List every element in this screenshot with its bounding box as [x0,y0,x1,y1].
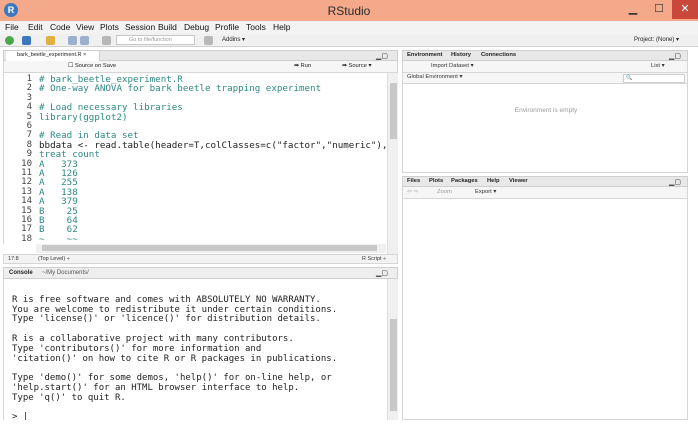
minimize-button[interactable]: ▁ [620,0,646,19]
plots-toolbar: ⇦ ⇨ Zoom Export ▾ [402,187,688,199]
project-menu[interactable]: Project: (None) ▾ [634,36,679,43]
menu-view[interactable]: View [76,22,94,32]
menu-edit[interactable]: Edit [28,22,43,32]
menu-help[interactable]: Help [273,22,290,32]
files-tab-bar: Files Plots Packages Help Viewer ▁▢ [402,176,688,187]
new-project-icon[interactable] [22,36,31,45]
console-scrollbar[interactable] [387,279,398,420]
console-path: ~/My Documents/ [42,270,89,276]
export-button[interactable]: Export ▾ [475,189,496,195]
editor-tab-bar: bark_beetle_experiment.R × ▁▢ [3,50,398,61]
env-pane-controls-icon[interactable]: ▁▢ [669,52,681,60]
env-toolbar: Import Dataset ▾ List ▾ [402,61,688,73]
tab-viewer[interactable]: Viewer [509,178,528,184]
editor-toolbar: ☐ Source on Save ➡ Run ➡ Source ▾ [3,61,398,73]
console-line: 'help.start()' for an HTML browser inter… [12,383,300,393]
code-editor[interactable]: 1 2 3 4 5 6 7 8 9 10 11 12 13 14 15 16 17 18 # bark_beetl… [3,73,387,244]
editor-vertical-scrollbar[interactable] [387,73,398,254]
goto-placeholder: Go to file/function [129,37,172,43]
console-line: Type 'q()' to quit R. [12,392,126,403]
menu-build[interactable]: Build [158,22,177,32]
console-line: R is free software and comes with ABSOLU… [12,294,321,305]
pane-minimize-icon[interactable]: ▁▢ [376,52,388,60]
code-line: ~ ~~ [39,233,78,244]
editor-tab-label: bark_beetle_experiment.R × [17,52,87,58]
code-line: library(ggplot2) [39,111,128,123]
plots-viewer [402,199,688,420]
tab-connections[interactable]: Connections [481,52,516,58]
rstudio-logo-icon: R [4,3,18,17]
code-line: # One-way ANOVA for bark beetle trapping… [39,83,322,95]
editor-status-bar: 17:8 (Top Level) ÷ R Script ÷ [3,254,398,264]
menu-debug[interactable]: Debug [184,22,209,32]
print-icon[interactable] [102,36,111,45]
close-button[interactable]: ✕ [672,0,698,19]
save-all-icon[interactable] [80,36,89,45]
console-line: Type 'license()' or 'licence()' for dist… [12,314,321,325]
back-arrow-icon[interactable]: ⇦ ⇨ [407,189,418,195]
source-button[interactable]: ➡ Source ▾ [342,63,371,69]
console-line: Type 'demo()' for some demos, 'help()' f… [12,373,332,384]
editor-scroll-thumb[interactable] [390,83,397,139]
menu-plots[interactable]: Plots [100,22,119,32]
tab-history[interactable]: History [451,52,471,58]
editor-tab[interactable]: bark_beetle_experiment.R × [6,51,100,61]
menu-bar: File Edit Code View Plots Session Build … [0,21,698,34]
menu-code[interactable]: Code [50,22,70,32]
grid-icon[interactable] [204,36,213,45]
console-prompt: > | [12,412,29,420]
scope-dropdown[interactable]: (Top Level) ÷ [38,256,70,262]
new-file-icon[interactable] [5,36,14,45]
environment-content: Environment is empty [402,84,688,173]
editor-hscroll-thumb[interactable] [42,245,377,251]
search-icon: 🔍 [626,75,633,81]
cursor-position: 17:8 [8,256,19,262]
main-toolbar: Go to file/function Addins ▾ Project: (N… [0,34,698,47]
files-pane-controls-icon[interactable]: ▁▢ [669,178,681,186]
addins-menu[interactable]: Addins ▾ [222,36,245,43]
console-line: R is a collaborative project with many c… [12,334,294,344]
console-line: You are welcome to redistribute it under… [12,304,338,315]
console-line: Type 'contributors()' for more informati… [12,343,262,354]
console-line: 'citation()' on how to cite R or R packa… [12,353,338,364]
menu-session[interactable]: Session [125,22,155,32]
tab-packages[interactable]: Packages [451,178,478,184]
line-gutter: 1 2 3 4 5 6 7 8 9 10 11 12 13 14 15 16 17 18 [4,73,36,244]
console-scroll-thumb[interactable] [390,319,397,411]
import-dataset-button[interactable]: Import Dataset ▾ [431,63,474,69]
console-output[interactable]: R is free software and comes with ABSOLU… [3,279,387,420]
editor-horizontal-scrollbar[interactable] [36,244,386,253]
window-title: RStudio [327,4,371,18]
line-number: 18 [21,233,32,244]
tab-plots[interactable]: Plots [429,178,443,184]
file-type-dropdown[interactable]: R Script ÷ [362,256,386,262]
save-icon[interactable] [68,36,77,45]
list-view-dropdown[interactable]: List ▾ [651,63,665,69]
menu-file[interactable]: File [5,22,19,32]
menu-tools[interactable]: Tools [246,22,266,32]
env-toolbar-secondary: Global Environment ▾ 🔍 [402,73,688,84]
env-tab-bar: Environment History Connections ▁▢ [402,50,688,61]
console-pane-controls-icon[interactable]: ▁▢ [376,269,388,277]
source-on-save-checkbox[interactable]: ☐ Source on Save [68,63,116,69]
maximize-button[interactable]: ☐ [646,0,672,19]
environment-empty-message: Environment is empty [514,107,578,114]
tab-environment[interactable]: Environment [407,52,442,58]
tab-files[interactable]: Files [407,178,420,184]
open-file-icon[interactable] [46,36,55,45]
env-search-input[interactable]: 🔍 [623,74,685,83]
goto-file-input[interactable]: Go to file/function [116,35,195,45]
zoom-button[interactable]: Zoom [437,189,452,195]
window-titlebar: RStudio [0,0,698,21]
tab-help[interactable]: Help [487,178,500,184]
global-env-dropdown[interactable]: Global Environment ▾ [407,74,462,80]
menu-profile[interactable]: Profile [215,22,239,32]
run-button[interactable]: ➡ Run [294,63,311,69]
console-title[interactable]: Console [9,270,33,276]
console-header: Console ~/My Documents/ ▁▢ [3,267,398,279]
